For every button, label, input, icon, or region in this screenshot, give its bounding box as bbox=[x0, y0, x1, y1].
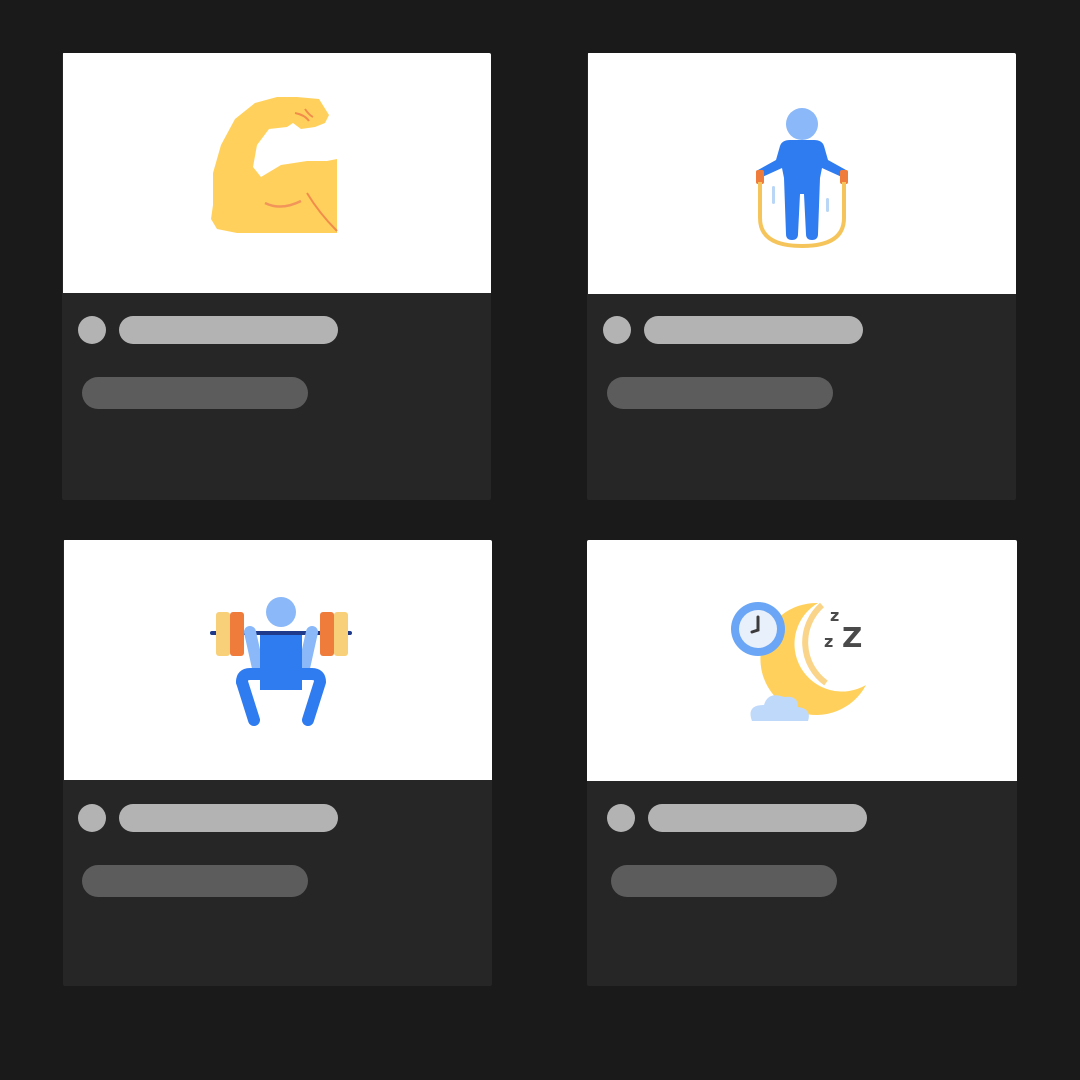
subtitle-placeholder bbox=[82, 865, 308, 897]
flexed-biceps-icon bbox=[197, 93, 357, 253]
jump-rope-icon bbox=[722, 94, 882, 254]
moon-sleep-clock-icon: z z Z bbox=[722, 581, 882, 741]
card-grid: z z Z bbox=[0, 0, 1080, 1080]
subtitle-placeholder bbox=[611, 865, 837, 897]
card-thumbnail bbox=[64, 540, 492, 780]
card-sleep[interactable]: z z Z bbox=[587, 540, 1017, 986]
svg-text:Z: Z bbox=[842, 621, 862, 654]
title-placeholder bbox=[119, 316, 338, 344]
card-biceps[interactable] bbox=[62, 53, 491, 500]
card-jump-rope[interactable] bbox=[587, 53, 1016, 500]
avatar-placeholder bbox=[78, 316, 106, 344]
avatar-placeholder bbox=[78, 804, 106, 832]
title-placeholder bbox=[648, 804, 867, 832]
title-placeholder bbox=[644, 316, 863, 344]
card-thumbnail: z z Z bbox=[587, 540, 1017, 781]
avatar-placeholder bbox=[607, 804, 635, 832]
svg-text:z: z bbox=[824, 632, 833, 651]
subtitle-placeholder bbox=[607, 377, 833, 409]
card-thumbnail bbox=[588, 53, 1016, 294]
subtitle-placeholder bbox=[82, 377, 308, 409]
card-thumbnail bbox=[63, 53, 491, 293]
avatar-placeholder bbox=[603, 316, 631, 344]
weightlifting-squat-icon bbox=[198, 580, 358, 740]
card-weightlifting[interactable] bbox=[63, 540, 492, 986]
svg-text:z: z bbox=[830, 606, 839, 625]
title-placeholder bbox=[119, 804, 338, 832]
